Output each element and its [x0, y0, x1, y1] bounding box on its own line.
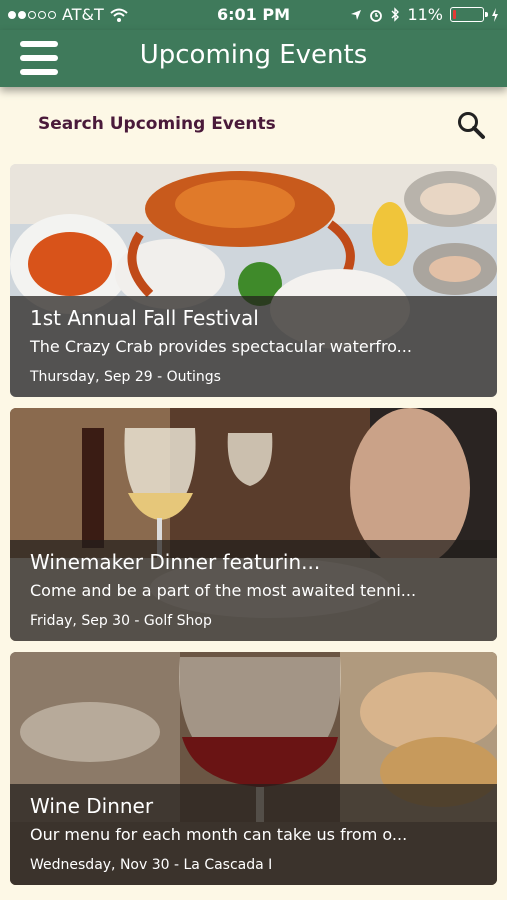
search-input[interactable] — [30, 106, 440, 142]
event-description: Come and be a part of the most awaited t… — [30, 581, 417, 600]
location-icon — [351, 9, 362, 20]
alarm-icon — [370, 9, 383, 22]
event-card[interactable]: Winemaker Dinner featurin... Come and be… — [10, 408, 497, 641]
status-bar: AT&T 6:01 PM 11% — [0, 0, 507, 30]
battery-icon — [450, 7, 488, 22]
event-title: 1st Annual Fall Festival — [30, 306, 259, 330]
event-description: The Crazy Crab provides spectacular wate… — [30, 337, 412, 356]
search-bar — [0, 100, 507, 152]
charging-icon — [492, 7, 498, 22]
event-info: Wine Dinner Our menu for each month can … — [10, 784, 497, 885]
event-title: Wine Dinner — [30, 794, 154, 818]
event-info: 1st Annual Fall Festival The Crazy Crab … — [10, 296, 497, 397]
event-description: Our menu for each month can take us from… — [30, 825, 408, 844]
bluetooth-icon — [391, 7, 400, 22]
event-card[interactable]: Wine Dinner Our menu for each month can … — [10, 652, 497, 885]
event-info: Winemaker Dinner featurin... Come and be… — [10, 540, 497, 641]
battery-percent: 11% — [407, 5, 443, 24]
event-date-category: Thursday, Sep 29 - Outings — [30, 369, 221, 385]
status-right: 11% — [350, 5, 499, 24]
event-date-category: Wednesday, Nov 30 - La Cascada I — [30, 857, 273, 873]
event-card[interactable]: 1st Annual Fall Festival The Crazy Crab … — [10, 164, 497, 397]
event-title: Winemaker Dinner featurin... — [30, 550, 321, 574]
event-date-category: Friday, Sep 30 - Golf Shop — [30, 613, 212, 629]
app-header: Upcoming Events — [0, 30, 507, 87]
battery-fill — [453, 10, 456, 19]
search-icon[interactable] — [456, 110, 486, 140]
page-title: Upcoming Events — [139, 40, 368, 70]
